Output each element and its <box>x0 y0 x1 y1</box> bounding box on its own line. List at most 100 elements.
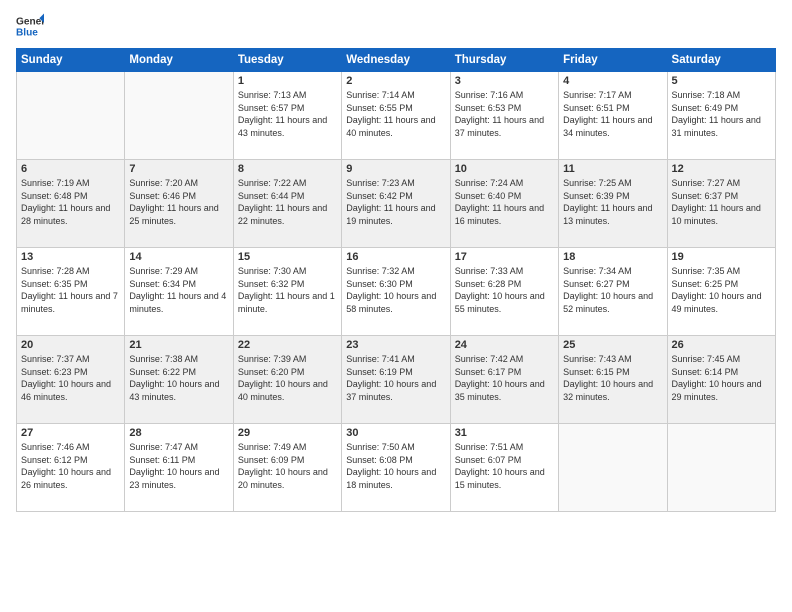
page: General Blue SundayMondayTuesdayWednesda… <box>0 0 792 612</box>
calendar-cell: 1 Sunrise: 7:13 AM Sunset: 6:57 PM Daylig… <box>233 72 341 160</box>
calendar-cell: 10Sunrise: 7:24 AM Sunset: 6:40 PM Dayli… <box>450 160 558 248</box>
header: General Blue <box>16 12 776 40</box>
cell-content: Sunrise: 7:34 AM Sunset: 6:27 PM Dayligh… <box>563 265 662 315</box>
day-number: 31 <box>455 427 554 439</box>
day-number: 30 <box>346 427 445 439</box>
weekday-header-saturday: Saturday <box>667 49 775 72</box>
calendar-cell: 26 Sunrise: 7:45 AM Sunset: 6:14 PM Dayli… <box>667 336 775 424</box>
weekday-header-sunday: Sunday <box>17 49 125 72</box>
calendar-week-row: 27 Sunrise: 7:46 AM Sunset: 6:12 PM Dayli… <box>17 424 776 512</box>
weekday-header-row: SundayMondayTuesdayWednesdayThursdayFrid… <box>17 49 776 72</box>
cell-content: Sunrise: 7:33 AM Sunset: 6:28 PM Dayligh… <box>455 265 554 315</box>
cell-content: Sunrise: 7:27 AM Sunset: 6:37 PM Dayligh… <box>672 177 771 227</box>
calendar-cell <box>125 72 233 160</box>
weekday-header-wednesday: Wednesday <box>342 49 450 72</box>
cell-content: Sunrise: 7:42 AM Sunset: 6:17 PM Dayligh… <box>455 353 554 403</box>
calendar-cell: 2 Sunrise: 7:14 AM Sunset: 6:55 PM Daylig… <box>342 72 450 160</box>
day-number: 18 <box>563 251 662 263</box>
day-number: 12 <box>672 163 771 175</box>
weekday-header-monday: Monday <box>125 49 233 72</box>
calendar-cell: 3 Sunrise: 7:16 AM Sunset: 6:53 PM Daylig… <box>450 72 558 160</box>
cell-content: Sunrise: 7:17 AM Sunset: 6:51 PM Dayligh… <box>563 89 662 139</box>
calendar-cell <box>559 424 667 512</box>
calendar-cell: 31 Sunrise: 7:51 AM Sunset: 6:07 PM Dayli… <box>450 424 558 512</box>
calendar-cell: 20 Sunrise: 7:37 AM Sunset: 6:23 PM Dayli… <box>17 336 125 424</box>
day-number: 24 <box>455 339 554 351</box>
calendar-cell: 27 Sunrise: 7:46 AM Sunset: 6:12 PM Dayli… <box>17 424 125 512</box>
calendar-cell: 21 Sunrise: 7:38 AM Sunset: 6:22 PM Dayli… <box>125 336 233 424</box>
cell-content: Sunrise: 7:49 AM Sunset: 6:09 PM Dayligh… <box>238 441 337 491</box>
calendar-cell: 15 Sunrise: 7:30 AM Sunset: 6:32 PM Dayli… <box>233 248 341 336</box>
calendar-cell: 25Sunrise: 7:43 AM Sunset: 6:15 PM Dayli… <box>559 336 667 424</box>
cell-content: Sunrise: 7:51 AM Sunset: 6:07 PM Dayligh… <box>455 441 554 491</box>
cell-content: Sunrise: 7:25 AM Sunset: 6:39 PM Dayligh… <box>563 177 662 227</box>
weekday-header-tuesday: Tuesday <box>233 49 341 72</box>
calendar-cell: 30 Sunrise: 7:50 AM Sunset: 6:08 PM Dayli… <box>342 424 450 512</box>
calendar-cell: 23 Sunrise: 7:41 AM Sunset: 6:19 PM Dayli… <box>342 336 450 424</box>
day-number: 16 <box>346 251 445 263</box>
calendar-cell: 22Sunrise: 7:39 AM Sunset: 6:20 PM Dayli… <box>233 336 341 424</box>
cell-content: Sunrise: 7:24 AM Sunset: 6:40 PM Dayligh… <box>455 177 554 227</box>
calendar-cell: 12 Sunrise: 7:27 AM Sunset: 6:37 PM Dayli… <box>667 160 775 248</box>
cell-content: Sunrise: 7:46 AM Sunset: 6:12 PM Dayligh… <box>21 441 120 491</box>
cell-content: Sunrise: 7:45 AM Sunset: 6:14 PM Dayligh… <box>672 353 771 403</box>
day-number: 1 <box>238 75 337 87</box>
day-number: 27 <box>21 427 120 439</box>
calendar-cell: 6Sunrise: 7:19 AM Sunset: 6:48 PM Daylig… <box>17 160 125 248</box>
calendar-week-row: 13Sunrise: 7:28 AM Sunset: 6:35 PM Dayli… <box>17 248 776 336</box>
cell-content: Sunrise: 7:39 AM Sunset: 6:20 PM Dayligh… <box>238 353 337 403</box>
weekday-header-thursday: Thursday <box>450 49 558 72</box>
day-number: 6 <box>21 163 120 175</box>
cell-content: Sunrise: 7:18 AM Sunset: 6:49 PM Dayligh… <box>672 89 771 139</box>
calendar-cell: 13Sunrise: 7:28 AM Sunset: 6:35 PM Dayli… <box>17 248 125 336</box>
calendar-cell: 5 Sunrise: 7:18 AM Sunset: 6:49 PM Daylig… <box>667 72 775 160</box>
weekday-header-friday: Friday <box>559 49 667 72</box>
calendar-cell <box>667 424 775 512</box>
calendar-cell: 4 Sunrise: 7:17 AM Sunset: 6:51 PM Daylig… <box>559 72 667 160</box>
day-number: 23 <box>346 339 445 351</box>
day-number: 5 <box>672 75 771 87</box>
day-number: 29 <box>238 427 337 439</box>
cell-content: Sunrise: 7:20 AM Sunset: 6:46 PM Dayligh… <box>129 177 228 227</box>
cell-content: Sunrise: 7:37 AM Sunset: 6:23 PM Dayligh… <box>21 353 120 403</box>
day-number: 3 <box>455 75 554 87</box>
calendar-cell: 24 Sunrise: 7:42 AM Sunset: 6:17 PM Dayli… <box>450 336 558 424</box>
calendar-cell: 11 Sunrise: 7:25 AM Sunset: 6:39 PM Dayli… <box>559 160 667 248</box>
calendar-cell: 19Sunrise: 7:35 AM Sunset: 6:25 PM Dayli… <box>667 248 775 336</box>
day-number: 17 <box>455 251 554 263</box>
calendar-cell: 9Sunrise: 7:23 AM Sunset: 6:42 PM Daylig… <box>342 160 450 248</box>
day-number: 25 <box>563 339 662 351</box>
cell-content: Sunrise: 7:16 AM Sunset: 6:53 PM Dayligh… <box>455 89 554 139</box>
calendar-cell: 8Sunrise: 7:22 AM Sunset: 6:44 PM Daylig… <box>233 160 341 248</box>
day-number: 11 <box>563 163 662 175</box>
cell-content: Sunrise: 7:30 AM Sunset: 6:32 PM Dayligh… <box>238 265 337 315</box>
day-number: 15 <box>238 251 337 263</box>
cell-content: Sunrise: 7:32 AM Sunset: 6:30 PM Dayligh… <box>346 265 445 315</box>
day-number: 4 <box>563 75 662 87</box>
calendar-cell <box>17 72 125 160</box>
day-number: 20 <box>21 339 120 351</box>
day-number: 14 <box>129 251 228 263</box>
cell-content: Sunrise: 7:13 AM Sunset: 6:57 PM Dayligh… <box>238 89 337 139</box>
calendar-week-row: 6Sunrise: 7:19 AM Sunset: 6:48 PM Daylig… <box>17 160 776 248</box>
day-number: 13 <box>21 251 120 263</box>
calendar-cell: 18 Sunrise: 7:34 AM Sunset: 6:27 PM Dayli… <box>559 248 667 336</box>
calendar-week-row: 1 Sunrise: 7:13 AM Sunset: 6:57 PM Daylig… <box>17 72 776 160</box>
cell-content: Sunrise: 7:50 AM Sunset: 6:08 PM Dayligh… <box>346 441 445 491</box>
calendar-cell: 29 Sunrise: 7:49 AM Sunset: 6:09 PM Dayli… <box>233 424 341 512</box>
day-number: 19 <box>672 251 771 263</box>
svg-text:Blue: Blue <box>16 27 38 38</box>
day-number: 26 <box>672 339 771 351</box>
cell-content: Sunrise: 7:47 AM Sunset: 6:11 PM Dayligh… <box>129 441 228 491</box>
calendar-cell: 7 Sunrise: 7:20 AM Sunset: 6:46 PM Daylig… <box>125 160 233 248</box>
logo-icon: General Blue <box>16 12 44 40</box>
day-number: 9 <box>346 163 445 175</box>
calendar-cell: 14Sunrise: 7:29 AM Sunset: 6:34 PM Dayli… <box>125 248 233 336</box>
cell-content: Sunrise: 7:38 AM Sunset: 6:22 PM Dayligh… <box>129 353 228 403</box>
day-number: 2 <box>346 75 445 87</box>
cell-content: Sunrise: 7:41 AM Sunset: 6:19 PM Dayligh… <box>346 353 445 403</box>
day-number: 21 <box>129 339 228 351</box>
calendar-cell: 16 Sunrise: 7:32 AM Sunset: 6:30 PM Dayli… <box>342 248 450 336</box>
day-number: 7 <box>129 163 228 175</box>
cell-content: Sunrise: 7:14 AM Sunset: 6:55 PM Dayligh… <box>346 89 445 139</box>
